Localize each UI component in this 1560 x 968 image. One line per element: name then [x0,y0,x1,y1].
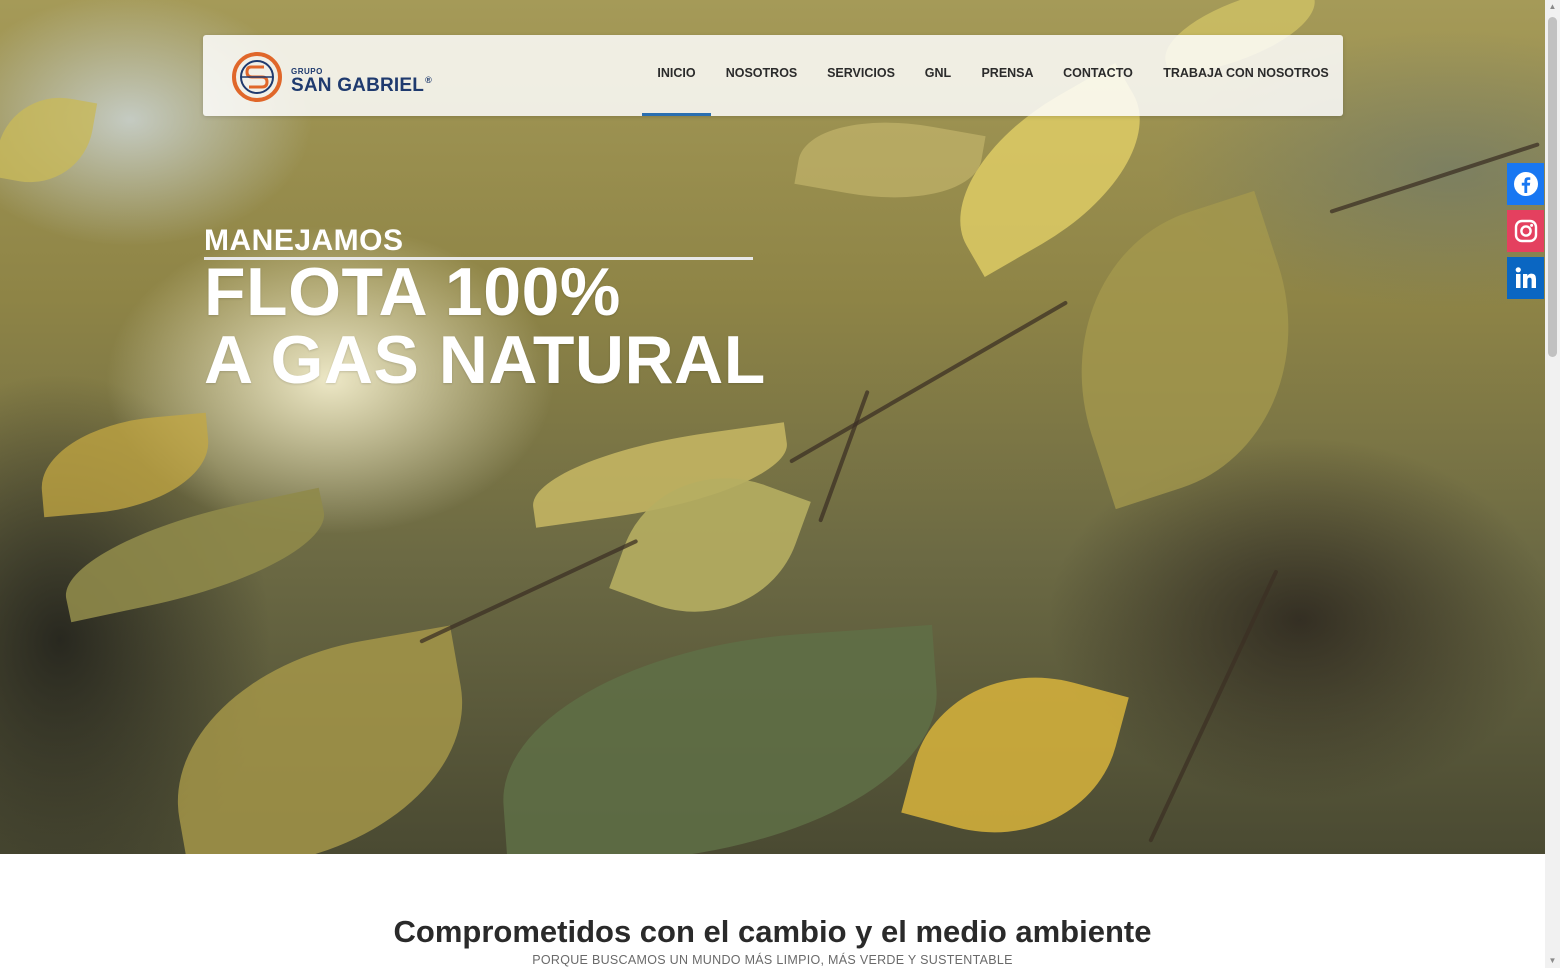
logo-name-text: SAN GABRIEL [291,75,425,96]
nav-inicio[interactable]: INICIO [642,35,711,116]
linkedin-button[interactable] [1507,257,1544,299]
nav-prensa[interactable]: PRENSA [978,35,1037,116]
scrollbar-thumb[interactable] [1548,17,1557,357]
top-navbar: GRUPO SAN GABRIEL® INICIO NOSOTROS SERVI… [203,35,1343,116]
hero-headline-line-2: A GAS NATURAL [204,322,766,398]
instagram-button[interactable] [1507,210,1544,252]
page: GRUPO SAN GABRIEL® INICIO NOSOTROS SERVI… [0,0,1560,968]
logo-registered: ® [425,75,432,85]
logo-name: SAN GABRIEL® [291,75,432,97]
linkedin-icon [1515,267,1536,288]
facebook-icon [1513,172,1538,196]
section-subtitle: PORQUE BUSCAMOS UN MUNDO MÁS LIMPIO, MÁS… [532,953,1013,967]
hero-background-image [0,0,1545,854]
nav-trabaja-con-nosotros[interactable]: TRABAJA CON NOSOTROS [1161,35,1331,116]
scroll-down-arrow-icon[interactable]: ▼ [1545,954,1560,968]
nav-nosotros[interactable]: NOSOTROS [723,35,800,116]
nav-servicios[interactable]: SERVICIOS [824,35,898,116]
vertical-scrollbar[interactable]: ▲ ▼ [1545,0,1560,968]
hero-headline-line-1: FLOTA 100% [204,254,621,330]
nav-gnl[interactable]: GNL [921,35,955,116]
section-title: Comprometidos con el cambio y el medio a… [393,914,1152,949]
logo-mark-icon [232,52,282,102]
scroll-up-arrow-icon[interactable]: ▲ [1545,0,1560,14]
nav-contacto[interactable]: CONTACTO [1059,35,1137,116]
facebook-button[interactable] [1507,163,1544,205]
instagram-icon [1514,219,1537,243]
brand-logo[interactable]: GRUPO SAN GABRIEL® [231,49,432,103]
hero-kicker: MANEJAMOS [204,224,404,257]
